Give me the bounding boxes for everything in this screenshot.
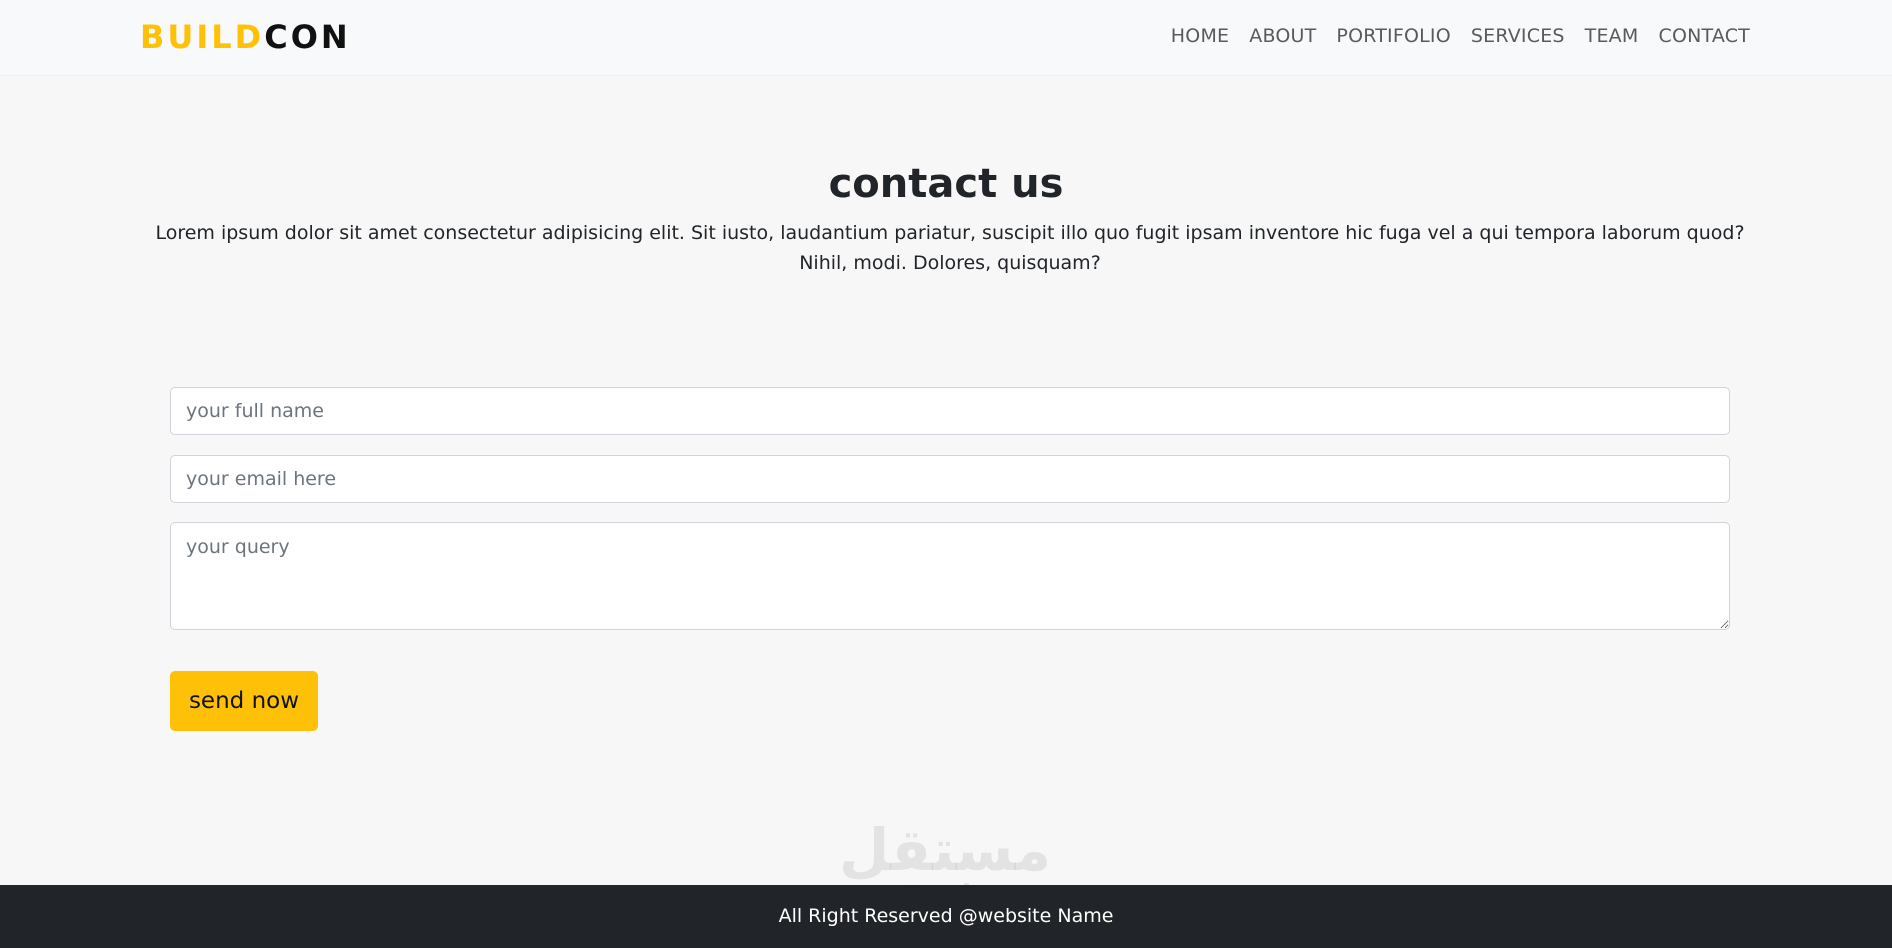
full-name-input[interactable] <box>170 387 1730 435</box>
page-title: contact us <box>828 161 1064 207</box>
nav-link-team[interactable]: TEAM <box>1585 25 1639 47</box>
nav-item-services: SERVICES <box>1471 24 1565 48</box>
page-description: Lorem ipsum dolor sit amet consectetur a… <box>155 222 1745 274</box>
brand-logo-part2: CON <box>264 18 351 56</box>
nav-link-contact[interactable]: CONTACT <box>1658 25 1750 47</box>
email-input[interactable] <box>170 455 1730 503</box>
navbar: BUILDCON HOME ABOUT PORTIFOLIO SERVICES … <box>0 0 1892 75</box>
send-now-button[interactable]: send now <box>170 671 318 731</box>
footer: All Right Reserved @website Name <box>0 885 1892 948</box>
brand-logo-part1: BUILD <box>140 18 265 56</box>
nav-item-about: ABOUT <box>1249 24 1316 48</box>
nav-menu: HOME ABOUT PORTIFOLIO SERVICES TEAM CONT… <box>1171 24 1750 48</box>
query-textarea[interactable] <box>170 522 1730 630</box>
brand-logo[interactable]: BUILDCON <box>140 18 351 56</box>
nav-link-services[interactable]: SERVICES <box>1471 25 1565 47</box>
nav-link-about[interactable]: ABOUT <box>1249 25 1316 47</box>
nav-link-portfolio[interactable]: PORTIFOLIO <box>1336 25 1450 47</box>
nav-link-home[interactable]: HOME <box>1171 25 1229 47</box>
nav-item-contact: CONTACT <box>1658 24 1750 48</box>
nav-item-portfolio: PORTIFOLIO <box>1336 24 1450 48</box>
watermark-logo: مستقل <box>838 816 1052 884</box>
nav-item-home: HOME <box>1171 24 1229 48</box>
footer-copyright: All Right Reserved @website Name <box>778 905 1114 927</box>
nav-item-team: TEAM <box>1585 24 1639 48</box>
